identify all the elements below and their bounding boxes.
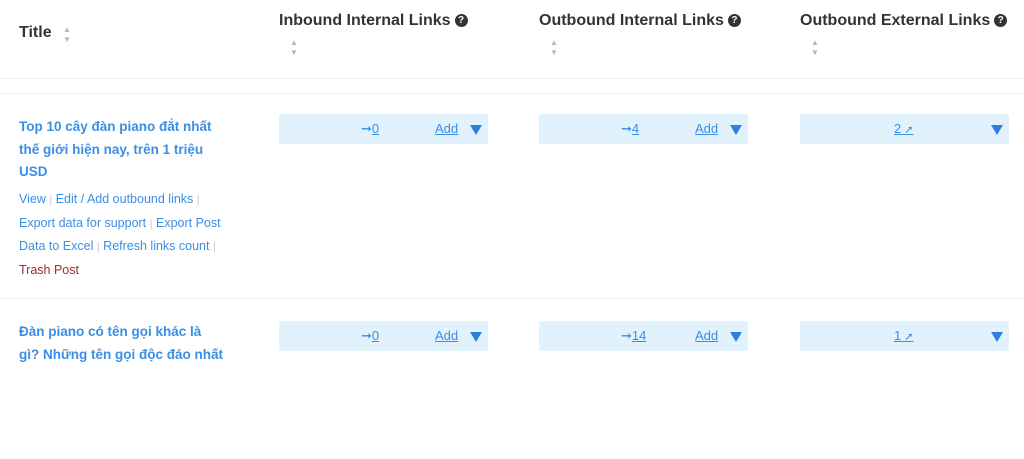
sort-up-icon: ▲ <box>811 38 819 47</box>
sort-down-icon: ▼ <box>290 48 298 57</box>
sort-title-icon[interactable]: ▲ ▼ <box>62 25 72 45</box>
outbound-internal-links-cell: ➞4 Add <box>539 114 748 144</box>
help-icon[interactable]: ? <box>727 14 741 27</box>
add-inbound-link-button[interactable]: Add <box>435 328 458 343</box>
row-divider <box>0 93 1024 94</box>
arrow-right-icon: ➞ <box>361 328 372 343</box>
column-header-outbound-external-label: Outbound External Links <box>800 12 991 29</box>
separator: | <box>196 194 200 206</box>
edit-outbound-links-link[interactable]: Edit / Add outbound links <box>56 192 194 206</box>
column-header-title-label: Title <box>19 24 52 41</box>
outbound-external-count-link[interactable]: 2 ➚ <box>894 121 914 136</box>
outbound-external-links-cell: 1 ➚ <box>800 321 1009 351</box>
sort-up-icon: ▲ <box>290 38 298 47</box>
help-icon[interactable]: ? <box>454 14 468 27</box>
outbound-internal-count-link[interactable]: ➞14 <box>621 328 646 344</box>
separator: | <box>49 194 53 206</box>
caret-down-icon[interactable] <box>730 125 742 135</box>
sort-down-icon: ▼ <box>811 48 819 57</box>
separator: | <box>212 241 216 253</box>
outbound-external-count-link[interactable]: 1 ➚ <box>894 328 914 343</box>
caret-down-icon[interactable] <box>470 332 482 342</box>
column-header-inbound-label: Inbound Internal Links <box>279 12 451 29</box>
caret-down-icon[interactable] <box>470 125 482 135</box>
inbound-links-cell: ➞0 Add <box>279 114 488 144</box>
outbound-internal-count: 14 <box>631 328 647 343</box>
caret-down-icon[interactable] <box>991 125 1003 135</box>
inbound-links-cell: ➞0 Add <box>279 321 488 351</box>
sort-up-icon: ▲ <box>63 25 71 34</box>
caret-down-icon[interactable] <box>730 332 742 342</box>
add-outbound-internal-link-button[interactable]: Add <box>695 328 718 343</box>
column-header-outbound-internal[interactable]: Outbound Internal Links? <box>539 12 741 30</box>
arrow-right-icon: ➞ <box>621 328 632 343</box>
post-title-link[interactable]: Top 10 cây đàn piano đắt nhất thế giới h… <box>19 116 234 184</box>
sort-down-icon: ▼ <box>63 35 71 44</box>
outbound-external-links-cell: 2 ➚ <box>800 114 1009 144</box>
header-divider <box>0 78 1024 79</box>
sort-up-icon: ▲ <box>550 38 558 47</box>
separator: | <box>149 217 153 230</box>
row-divider <box>0 298 1024 299</box>
outbound-internal-count: 4 <box>631 121 640 136</box>
column-header-outbound-internal-label: Outbound Internal Links <box>539 12 724 29</box>
add-inbound-link-button[interactable]: Add <box>435 121 458 136</box>
export-support-link[interactable]: Export data for support <box>19 216 146 230</box>
arrow-up-right-icon: ➚ <box>901 331 914 343</box>
add-outbound-internal-link-button[interactable]: Add <box>695 121 718 136</box>
outbound-internal-count-link[interactable]: ➞4 <box>621 121 639 137</box>
sort-down-icon: ▼ <box>550 48 558 57</box>
post-title-link[interactable]: Đàn piano có tên gọi khác là gì? Những t… <box>19 321 224 366</box>
refresh-links-count-link[interactable]: Refresh links count <box>103 239 209 253</box>
row-actions: View | Edit / Add outbound links | Expor… <box>19 188 229 281</box>
column-header-inbound[interactable]: Inbound Internal Links? <box>279 12 468 30</box>
inbound-count: 0 <box>371 121 380 136</box>
arrow-right-icon: ➞ <box>621 121 632 136</box>
inbound-count: 0 <box>371 328 380 343</box>
column-header-outbound-external[interactable]: Outbound External Links? <box>800 12 1008 30</box>
outbound-internal-links-cell: ➞14 Add <box>539 321 748 351</box>
arrow-up-right-icon: ➚ <box>901 124 914 136</box>
trash-post-link[interactable]: Trash Post <box>19 263 79 277</box>
column-header-title[interactable]: Title <box>19 24 52 42</box>
arrow-right-icon: ➞ <box>361 121 372 136</box>
caret-down-icon[interactable] <box>991 332 1003 342</box>
view-link[interactable]: View <box>19 192 46 206</box>
inbound-count-link[interactable]: ➞0 <box>361 328 379 344</box>
inbound-count-link[interactable]: ➞0 <box>361 121 379 137</box>
sort-outbound-external-icon[interactable]: ▲ ▼ <box>810 38 820 58</box>
separator: | <box>96 241 100 253</box>
sort-outbound-internal-icon[interactable]: ▲ ▼ <box>549 38 559 58</box>
sort-inbound-icon[interactable]: ▲ ▼ <box>289 38 299 58</box>
help-icon[interactable]: ? <box>994 14 1008 27</box>
